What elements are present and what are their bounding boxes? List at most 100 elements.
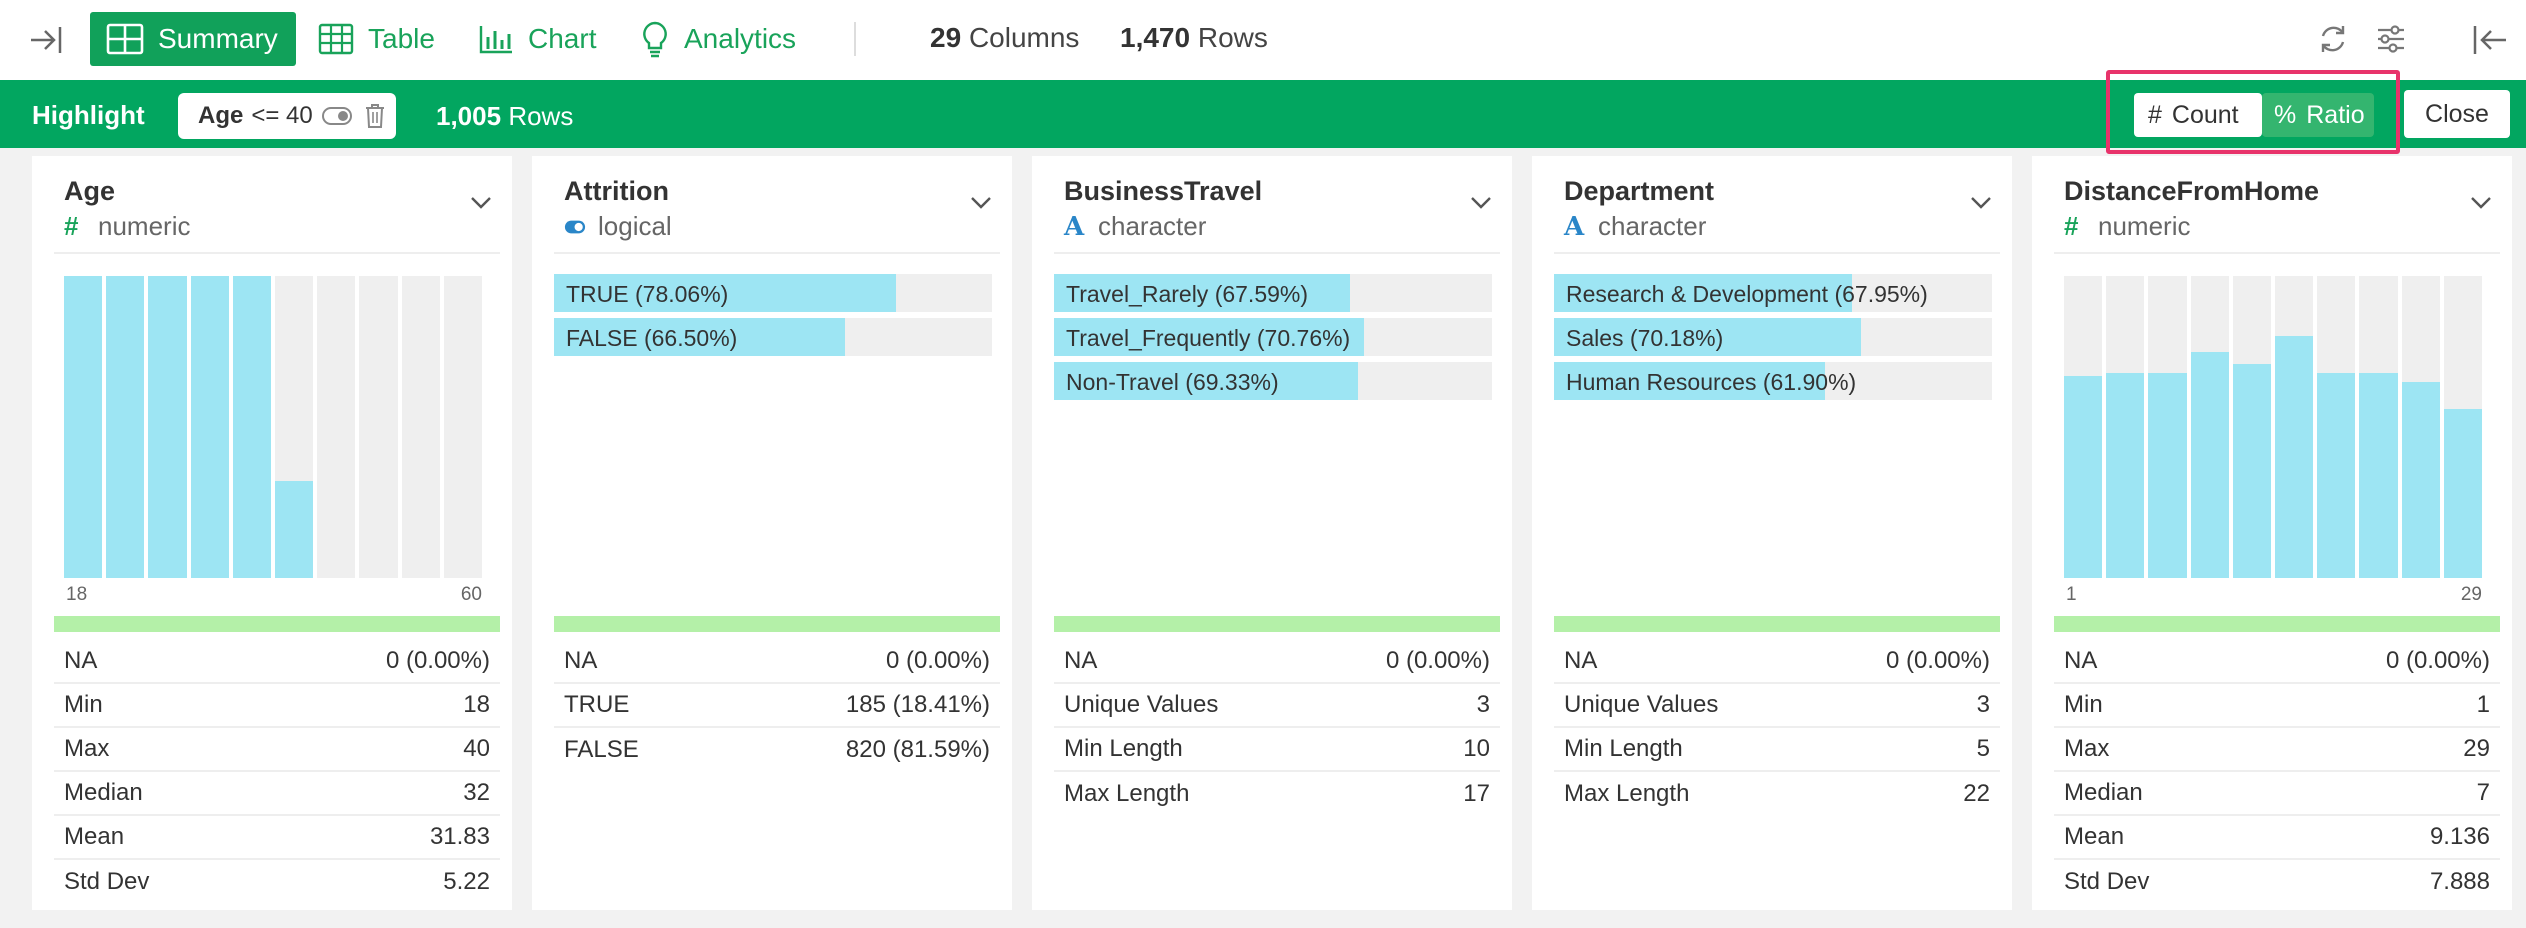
chevron-down-icon[interactable] bbox=[1970, 196, 1992, 215]
stat-row: NA 0 (0.00%) bbox=[1554, 640, 2000, 684]
category-bar[interactable]: Travel_Rarely (67.59%) bbox=[1054, 274, 1492, 312]
histogram-bin[interactable] bbox=[2064, 276, 2103, 578]
stat-row: Min 18 bbox=[54, 684, 500, 728]
column-type: A character bbox=[1064, 211, 1206, 242]
rows-count-label: Rows bbox=[1197, 22, 1268, 53]
histogram[interactable] bbox=[2064, 276, 2482, 578]
stat-value: 32 bbox=[463, 779, 490, 806]
category-bar[interactable]: TRUE (78.06%) bbox=[554, 274, 992, 312]
stat-value: 31.83 bbox=[429, 823, 490, 850]
refresh-icon[interactable] bbox=[2316, 22, 2350, 61]
column-title: BusinessTravel bbox=[1064, 176, 1263, 206]
stat-label: Median bbox=[64, 779, 143, 806]
collapse-left-icon[interactable] bbox=[2470, 22, 2508, 63]
chevron-down-icon[interactable] bbox=[2470, 196, 2492, 215]
stat-value: 185 (18.41%) bbox=[845, 691, 990, 718]
trash-icon[interactable] bbox=[364, 103, 386, 136]
highlight-filter-chip[interactable]: Age <= 40 bbox=[178, 93, 396, 139]
stats-table: NA 0 (0.00%) TRUE 185 (18.41%) FALSE 820 (8… bbox=[554, 640, 1000, 772]
stat-label: Min Length bbox=[1564, 735, 1683, 762]
stat-value: 7.888 bbox=[2429, 868, 2490, 895]
histogram-bin[interactable] bbox=[2401, 276, 2440, 578]
stat-label: NA bbox=[564, 647, 598, 674]
ratio-toggle-button[interactable]: % Ratio bbox=[2262, 93, 2374, 137]
histogram-bin[interactable] bbox=[148, 276, 187, 578]
chevron-down-icon[interactable] bbox=[970, 196, 992, 215]
category-bar[interactable]: Sales (70.18%) bbox=[1554, 318, 1992, 356]
tab-analytics[interactable]: Analytics bbox=[640, 12, 796, 66]
histogram[interactable] bbox=[64, 276, 482, 578]
column-type: # numeric bbox=[2064, 211, 2190, 242]
tab-table[interactable]: Table bbox=[318, 12, 435, 66]
chevron-down-icon[interactable] bbox=[1470, 196, 1492, 215]
stat-row: Max 40 bbox=[54, 728, 500, 772]
stat-row: Max Length 22 bbox=[1554, 772, 2000, 816]
column-card-attrition: Attrition logical TRUE (78.06%) FALSE (6… bbox=[532, 156, 1012, 910]
stat-label: Std Dev bbox=[2064, 868, 2150, 895]
histogram-bin[interactable] bbox=[443, 276, 482, 578]
stat-row: Median 7 bbox=[2054, 772, 2500, 816]
stat-label: Median bbox=[2064, 779, 2143, 806]
category-bar[interactable]: Human Resources (61.90%) bbox=[1554, 362, 1992, 400]
histogram-bin[interactable] bbox=[2275, 276, 2314, 578]
top-toolbar: Summary Table Chart Analytics 29 Columns… bbox=[0, 0, 2526, 80]
histogram-bin[interactable] bbox=[2232, 276, 2271, 578]
histogram-bin-fill bbox=[2275, 336, 2314, 578]
tab-analytics-label: Analytics bbox=[684, 23, 797, 54]
chevron-down-icon[interactable] bbox=[470, 196, 492, 215]
stat-value: 22 bbox=[1963, 780, 1990, 807]
stat-value: 0 (0.00%) bbox=[385, 647, 490, 674]
close-button[interactable]: Close bbox=[2404, 90, 2510, 138]
na-bar bbox=[54, 616, 500, 632]
histogram-bin[interactable] bbox=[317, 276, 356, 578]
stat-value: 18 bbox=[463, 691, 490, 718]
histogram-bin[interactable] bbox=[64, 276, 103, 578]
stat-row: Std Dev 7.888 bbox=[2054, 860, 2500, 904]
stat-row: Mean 31.83 bbox=[54, 816, 500, 860]
column-title: Age bbox=[64, 176, 116, 206]
category-bar[interactable]: Research & Development (67.95%) bbox=[1554, 274, 1992, 312]
stat-label: Mean bbox=[64, 823, 125, 850]
category-bar[interactable]: Non-Travel (69.33%) bbox=[1054, 362, 1492, 400]
table-icon bbox=[318, 23, 354, 55]
histogram-bin-fill bbox=[2232, 363, 2271, 578]
stat-row: Std Dev 5.22 bbox=[54, 860, 500, 904]
histogram-bin[interactable] bbox=[2148, 276, 2187, 578]
histogram-bin[interactable] bbox=[2190, 276, 2229, 578]
column-type: # numeric bbox=[64, 211, 190, 242]
histogram-bin[interactable] bbox=[2359, 276, 2398, 578]
histogram-bin-fill bbox=[148, 276, 187, 578]
stat-value: 5 bbox=[1976, 735, 1990, 762]
column-type-label: character bbox=[1098, 211, 1207, 241]
collapse-right-icon[interactable] bbox=[28, 22, 64, 63]
lightbulb-icon bbox=[643, 21, 667, 58]
column-type-label: numeric bbox=[2098, 211, 2191, 241]
histogram-bin[interactable] bbox=[2443, 276, 2482, 578]
filter-toggle[interactable] bbox=[322, 107, 352, 125]
histogram-bin[interactable] bbox=[106, 276, 145, 578]
histogram-bin[interactable] bbox=[232, 276, 271, 578]
histogram-bin-fill bbox=[64, 276, 103, 578]
stat-row: Max Length 17 bbox=[1054, 772, 1500, 816]
histogram-bin[interactable] bbox=[359, 276, 398, 578]
histogram-bin[interactable] bbox=[2317, 276, 2356, 578]
category-bar[interactable]: Travel_Frequently (70.76%) bbox=[1054, 318, 1492, 356]
filter-column: Age bbox=[198, 102, 244, 129]
histogram-bin[interactable] bbox=[190, 276, 229, 578]
stat-value: 0 (0.00%) bbox=[2385, 647, 2490, 674]
histogram-bin[interactable] bbox=[275, 276, 314, 578]
hash-icon: # bbox=[64, 211, 79, 241]
stat-row: NA 0 (0.00%) bbox=[554, 640, 1000, 684]
stat-row: Unique Values 3 bbox=[1054, 684, 1500, 728]
count-toggle-button[interactable]: # Count bbox=[2134, 93, 2262, 137]
category-bars: Research & Development (67.95%) Sales (7… bbox=[1554, 274, 1992, 406]
stat-value: 10 bbox=[1463, 735, 1490, 762]
histogram-bin[interactable] bbox=[401, 276, 440, 578]
settings-sliders-icon[interactable] bbox=[2374, 22, 2408, 61]
stats-table: NA 0 (0.00%) Unique Values 3 Min Length 5 M… bbox=[1554, 640, 2000, 816]
histogram-bin[interactable] bbox=[2106, 276, 2145, 578]
tab-summary-label: Summary bbox=[158, 23, 278, 54]
tab-chart[interactable]: Chart bbox=[478, 12, 596, 66]
tab-summary[interactable]: Summary bbox=[90, 12, 296, 66]
category-bar[interactable]: FALSE (66.50%) bbox=[554, 318, 992, 356]
